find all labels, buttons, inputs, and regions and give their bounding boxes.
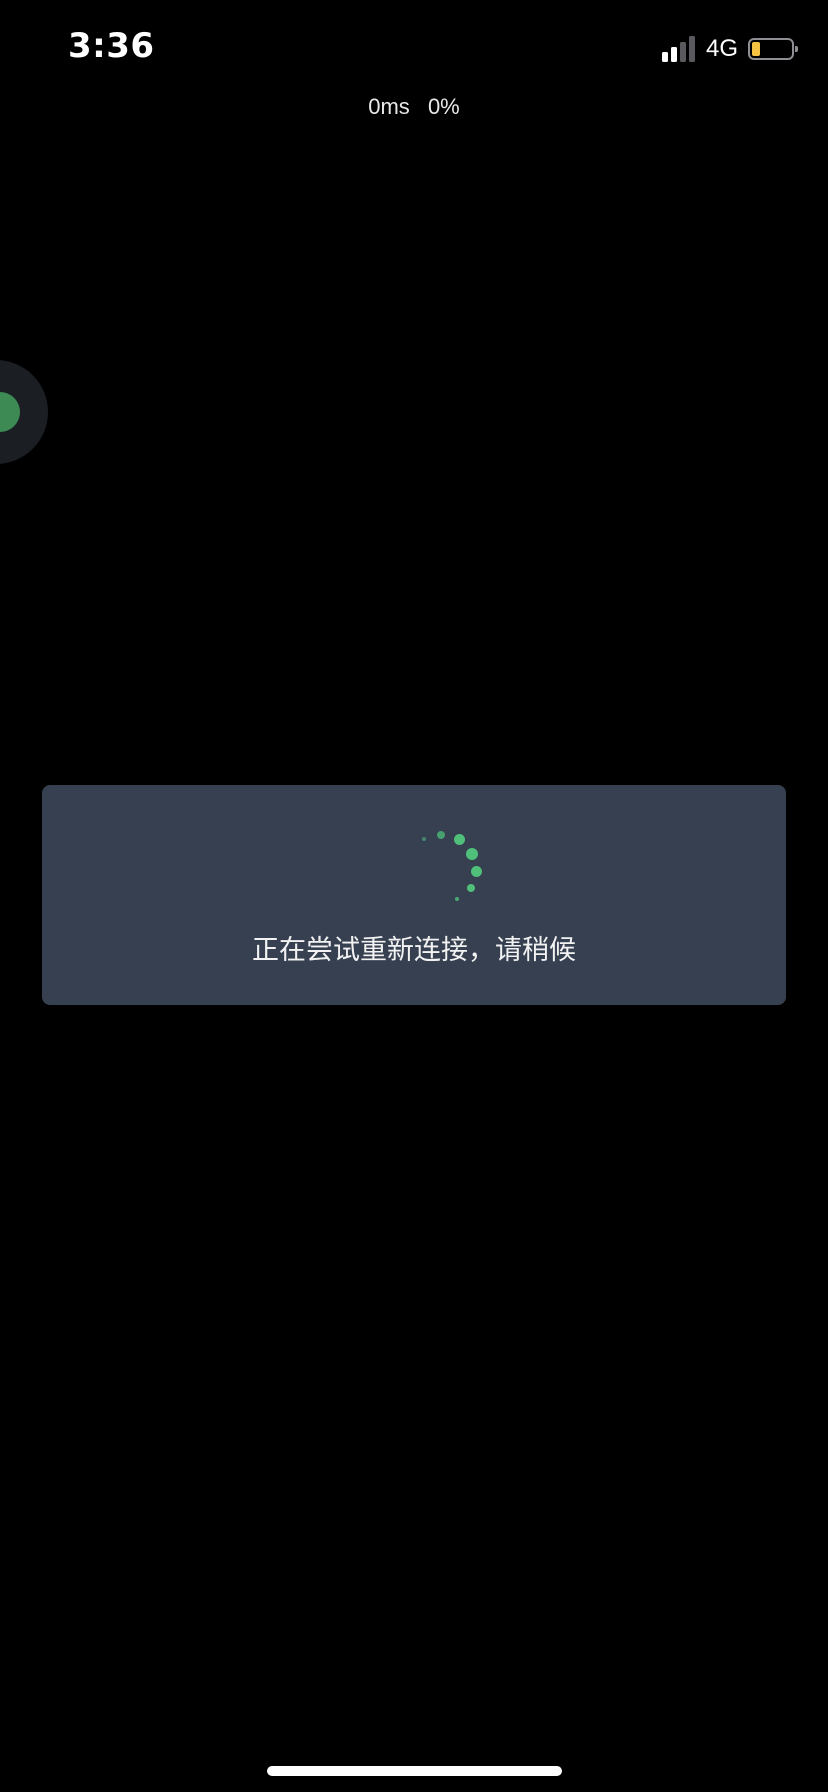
battery-nub: [795, 46, 798, 52]
connection-stats: 0ms 0%: [0, 94, 828, 120]
status-bar: 3:36 4G: [0, 0, 828, 100]
loading-spinner-icon: [422, 825, 512, 915]
reconnect-message: 正在尝试重新连接，请稍候: [252, 935, 576, 966]
battery-level: [752, 42, 760, 56]
screen: 3:36 4G 0ms 0% 正在尝试重新连接，请稍候: [0, 0, 828, 1792]
network-type: 4G: [705, 35, 738, 62]
status-indicators: 4G: [661, 34, 798, 64]
battery-icon: [748, 38, 798, 60]
signal-bars-icon: [661, 36, 696, 62]
latency-value: 0ms: [368, 94, 410, 119]
home-indicator[interactable]: [267, 1766, 562, 1776]
floating-handle-dot: [0, 392, 20, 432]
status-time: 3:36: [68, 26, 155, 66]
reconnect-dialog: 正在尝试重新连接，请稍候: [42, 785, 786, 1005]
loss-value: 0%: [427, 94, 460, 119]
floating-handle-icon[interactable]: [0, 360, 48, 464]
